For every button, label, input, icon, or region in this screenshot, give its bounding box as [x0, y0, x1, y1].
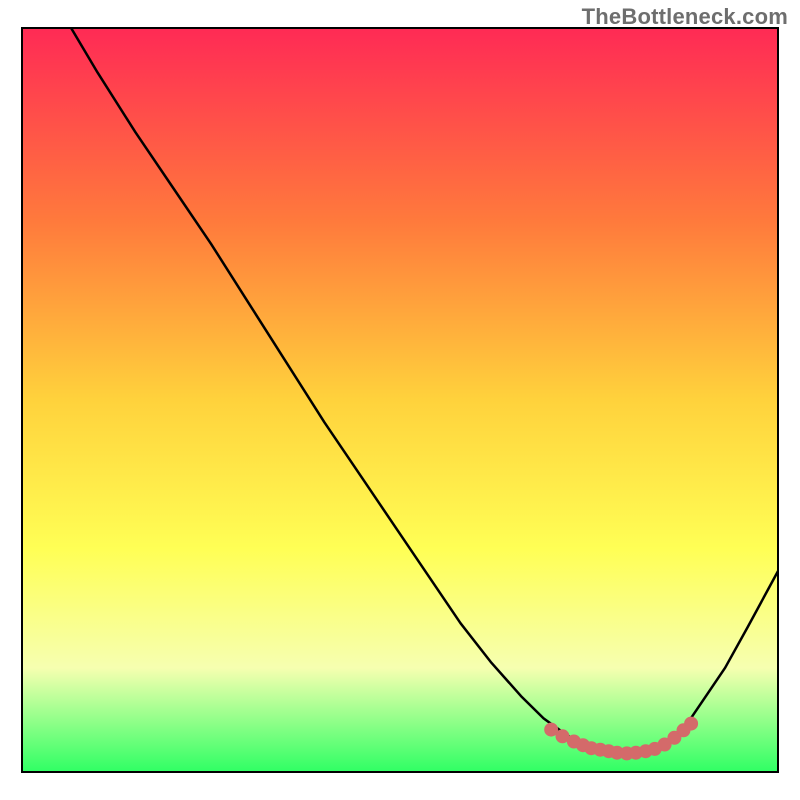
optimal-marker [685, 717, 698, 730]
watermark-text: TheBottleneck.com [582, 4, 788, 30]
chart-container: TheBottleneck.com [0, 0, 800, 800]
bottleneck-chart [0, 0, 800, 800]
plot-background [22, 28, 778, 772]
optimal-marker [545, 723, 558, 736]
